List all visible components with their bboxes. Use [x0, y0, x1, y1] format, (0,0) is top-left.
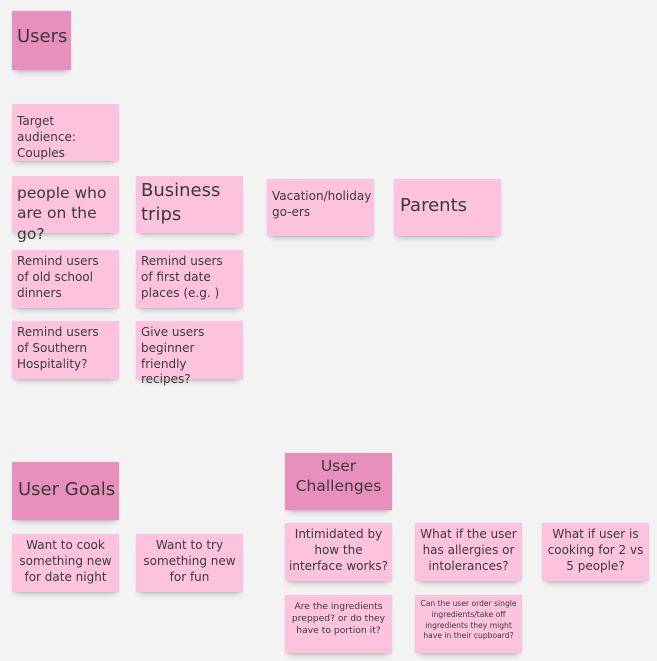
- sticky-note-cooking-for-2-vs-5[interactable]: What if user is cooking for 2 vs 5 peopl…: [542, 523, 649, 581]
- sticky-note-text: What if user is cooking for 2 vs 5 peopl…: [547, 527, 644, 573]
- sticky-note-parents[interactable]: Parents: [394, 179, 501, 236]
- sticky-note-text: Intimidated by how the interface works?: [289, 527, 388, 573]
- sticky-note-intimidated-interface[interactable]: Intimidated by how the interface works?: [285, 523, 392, 581]
- sticky-note-text: Vacation/holiday go-ers: [272, 189, 372, 219]
- sticky-note-business-trips[interactable]: Business trips: [136, 176, 243, 233]
- sticky-note-text: Parents: [400, 194, 467, 216]
- sticky-note-text: Business trips: [141, 180, 221, 225]
- sticky-note-text: Give users beginner friendly recipes?: [141, 325, 205, 387]
- sticky-note-text: Remind users of Southern Hospitality?: [17, 325, 99, 371]
- sticky-note-text: Target audience: Couples: [17, 114, 76, 160]
- sticky-note-on-the-go[interactable]: people who are on the go?: [12, 176, 119, 243]
- sticky-note-text: Want to cook something new for date nigh…: [19, 538, 112, 584]
- sticky-note-text: Are the ingredients prepped? or do they …: [291, 601, 386, 636]
- sticky-note-text: Remind users of first date places (e.g. …: [141, 254, 223, 300]
- sticky-note-beginner-recipes[interactable]: Give users beginner friendly recipes?: [136, 321, 243, 386]
- sticky-note-date-night[interactable]: Want to cook something new for date nigh…: [12, 534, 119, 592]
- section-header-user-challenges[interactable]: User Challenges: [285, 453, 392, 510]
- sticky-note-first-date-places[interactable]: Remind users of first date places (e.g. …: [136, 250, 243, 308]
- sticky-note-ingredients-prepped[interactable]: Are the ingredients prepped? or do they …: [285, 595, 392, 653]
- sticky-note-text: Can the user order single ingredients/ta…: [420, 599, 517, 641]
- sticky-note-southern-hospitality[interactable]: Remind users of Southern Hospitality?: [12, 321, 119, 379]
- section-header-users-label: Users: [17, 26, 68, 47]
- sticky-note-vacation[interactable]: Vacation/holiday go-ers: [267, 179, 374, 236]
- sticky-note-text: Remind users of old school dinners: [17, 254, 99, 300]
- sticky-note-single-ingredients[interactable]: Can the user order single ingredients/ta…: [415, 595, 522, 653]
- sticky-note-text: people who are on the go?: [17, 184, 107, 243]
- sticky-note-text: Want to try something new for fun: [143, 538, 236, 584]
- sticky-note-allergies[interactable]: What if the user has allergies or intole…: [415, 523, 522, 581]
- section-header-users[interactable]: Users: [12, 11, 71, 70]
- section-header-user-goals[interactable]: User Goals: [12, 462, 119, 520]
- section-header-user-goals-label: User Goals: [18, 479, 116, 501]
- sticky-note-target-audience[interactable]: Target audience: Couples: [12, 104, 119, 161]
- sticky-note-old-school-dinners[interactable]: Remind users of old school dinners: [12, 250, 119, 308]
- sticky-note-text: What if the user has allergies or intole…: [420, 527, 517, 573]
- section-header-user-challenges-label: User Challenges: [295, 457, 382, 496]
- sticky-note-for-fun[interactable]: Want to try something new for fun: [136, 534, 243, 592]
